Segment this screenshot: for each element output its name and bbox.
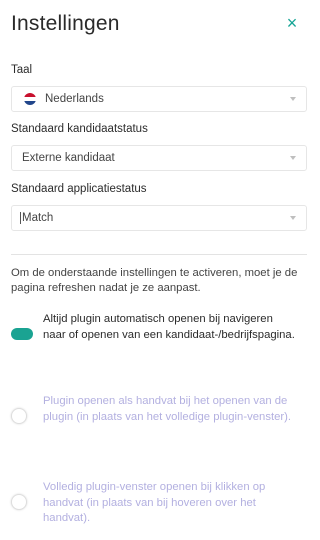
application-status-value: Match (20, 212, 54, 224)
open-as-handle-text: Plugin openen als handvat bij het openen… (43, 395, 292, 423)
page-title: Instellingen (11, 12, 120, 35)
language-label: Taal (11, 64, 33, 76)
refresh-note: Om de onderstaande instellingen te activ… (11, 267, 298, 294)
application-status-select[interactable]: Match (11, 205, 307, 231)
close-icon[interactable]: × (284, 14, 300, 32)
candidate-status-value: Externe kandidaat (22, 152, 115, 164)
auto-open-text: Altijd plugin automatisch openen bij nav… (43, 313, 295, 341)
chevron-down-icon (290, 156, 296, 160)
chevron-down-icon (290, 97, 296, 101)
auto-open-toggle[interactable] (11, 328, 33, 340)
application-status-label: Standaard applicatiestatus (11, 183, 147, 195)
settings-header: Instellingen × (11, 12, 302, 40)
language-select[interactable]: Nederlands (11, 86, 307, 112)
full-window-on-click-toggle[interactable] (11, 494, 27, 510)
divider (11, 254, 307, 255)
full-window-on-click-text: Volledig plugin-venster openen bij klikk… (43, 481, 266, 524)
chevron-down-icon (290, 216, 296, 220)
settings-panel: Instellingen × Taal Nederlands Standaard… (0, 0, 313, 540)
open-as-handle-toggle[interactable] (11, 408, 27, 424)
netherlands-flag-icon (24, 93, 36, 105)
candidate-status-label: Standaard kandidaatstatus (11, 123, 148, 135)
candidate-status-select[interactable]: Externe kandidaat (11, 145, 307, 171)
